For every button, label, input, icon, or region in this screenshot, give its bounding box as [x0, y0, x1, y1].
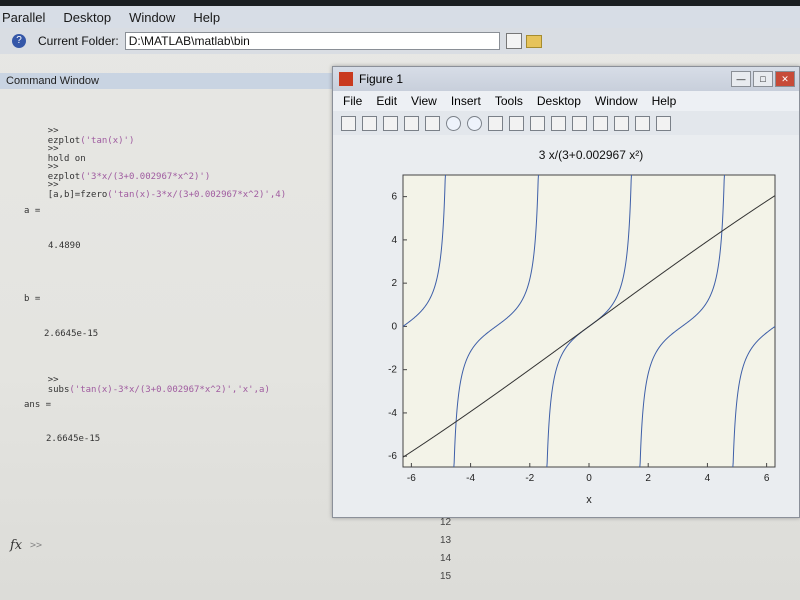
x-axis-label: x [586, 494, 592, 506]
help-icon[interactable]: ? [12, 34, 26, 48]
command-window[interactable]: >> ezplot('tan(x)') >> hold on >> ezplot… [0, 89, 330, 582]
line-number: 14 [440, 553, 452, 564]
fig-menu-tools[interactable]: Tools [495, 94, 523, 108]
x-tick-label: -6 [407, 473, 416, 484]
y-tick-label: -4 [388, 408, 397, 419]
pan-icon[interactable] [488, 115, 503, 131]
brush-icon[interactable] [551, 115, 566, 131]
show-tools-icon[interactable] [656, 115, 671, 131]
prompt: >> [47, 180, 59, 190]
chart-title: 3 x/(3+0.002967 x²) [539, 148, 643, 162]
output-b-value: 2.6645e-15 [44, 329, 99, 339]
current-folder-input[interactable]: D:\MATLAB\matlab\bin [124, 32, 500, 50]
matlab-logo-icon [339, 72, 353, 86]
zoom-out-icon[interactable] [467, 115, 482, 131]
command: [a,b]=fzero [47, 190, 108, 200]
colorbar-icon[interactable] [593, 115, 608, 131]
folder-icon[interactable] [525, 34, 542, 48]
command-line-5: >> subs('tan(x)-3*x/(3+0.002967*x^2)','x… [26, 365, 270, 405]
legend-icon[interactable] [614, 115, 629, 131]
plot-svg: 3 x/(3+0.002967 x²) -6 -4 -2 0 2 4 6 -6 -4 -2 0 2 4… [388, 148, 776, 506]
close-button[interactable]: ✕ [775, 71, 795, 87]
fig-menu-file[interactable]: File [343, 94, 362, 108]
fig-menu-help[interactable]: Help [652, 94, 677, 108]
y-tick-label: 0 [391, 321, 397, 332]
argument: ('tan(x)-3*x/(3+0.002967*x^2)','x',a) [69, 385, 270, 395]
x-tick-label: -2 [525, 473, 534, 484]
y-tick-label: 4 [391, 235, 397, 246]
output-a-value: 4.4890 [48, 241, 81, 251]
pointer-icon[interactable] [425, 115, 440, 131]
fig-menu-desktop[interactable]: Desktop [537, 94, 581, 108]
browse-button[interactable] [505, 33, 522, 49]
fig-menu-view[interactable]: View [411, 94, 437, 108]
output-a-label: a = [24, 206, 41, 216]
figure-menubar: File Edit View Insert Tools Desktop Wind… [333, 91, 799, 111]
figure-titlebar[interactable]: Figure 1 — □ ✕ [333, 67, 799, 91]
x-tick-label: 2 [645, 473, 651, 484]
rotate-icon[interactable] [509, 115, 524, 131]
current-folder-label: Current Folder: [38, 34, 119, 48]
print-icon[interactable] [404, 115, 419, 131]
minimize-button[interactable]: — [731, 71, 751, 87]
line-number: 13 [440, 535, 452, 546]
zoom-in-icon[interactable] [446, 115, 461, 131]
y-tick-label: 6 [391, 192, 397, 203]
command-line-4: >> [a,b]=fzero('tan(x)-3*x/(3+0.002967*x… [26, 170, 286, 210]
figure-window[interactable]: Figure 1 — □ ✕ File Edit View Insert Too… [332, 66, 800, 518]
fx-icon[interactable]: fx [10, 538, 22, 553]
link-plot-icon[interactable] [572, 115, 587, 131]
data-cursor-icon[interactable] [530, 115, 545, 131]
editor-line-numbers: 12 13 14 15 [440, 514, 451, 586]
command-prompt[interactable]: >> [30, 540, 42, 551]
fig-menu-edit[interactable]: Edit [376, 94, 397, 108]
output-ans-label: ans = [24, 400, 52, 410]
menu-window[interactable]: Window [127, 10, 177, 25]
matlab-menubar: Parallel Desktop Window Help [0, 6, 800, 28]
output-b-label: b = [24, 294, 41, 304]
prompt: >> [47, 375, 59, 385]
current-folder-toolbar: ? Current Folder: D:\MATLAB\matlab\bin [0, 28, 800, 54]
menu-help[interactable]: Help [191, 10, 222, 25]
figure-toolbar [333, 111, 799, 136]
output-ans-value: 2.6645e-15 [46, 434, 101, 444]
x-tick-label: 4 [705, 473, 711, 484]
y-tick-label: 2 [391, 278, 397, 289]
argument: ('tan(x)') [80, 136, 135, 146]
command: subs [47, 385, 70, 395]
y-tick-label: -6 [388, 451, 397, 462]
x-tick-label: -4 [466, 473, 475, 484]
open-file-icon[interactable] [362, 115, 377, 131]
menu-parallel[interactable]: Parallel [0, 10, 47, 25]
menu-desktop[interactable]: Desktop [61, 10, 113, 25]
command-window-title: Command Window [0, 73, 336, 89]
window-controls: — □ ✕ [731, 71, 795, 87]
hide-tools-icon[interactable] [635, 115, 650, 131]
y-tick-label: -2 [388, 365, 397, 376]
save-icon[interactable] [383, 115, 398, 131]
line-number: 15 [440, 571, 452, 582]
axes-box [402, 174, 776, 468]
fig-menu-insert[interactable]: Insert [451, 94, 481, 108]
x-tick-label: 0 [586, 473, 592, 484]
new-figure-icon[interactable] [341, 115, 356, 131]
figure-title: Figure 1 [359, 72, 404, 86]
fig-menu-window[interactable]: Window [595, 94, 638, 108]
maximize-button[interactable]: □ [753, 71, 773, 87]
x-tick-label: 6 [764, 473, 770, 484]
plot-area: 3 x/(3+0.002967 x²) -6 -4 -2 0 2 4 6 -6 -4 -2 0 2 4… [333, 135, 799, 517]
argument: ('tan(x)-3*x/(3+0.002967*x^2)',4) [107, 190, 287, 200]
